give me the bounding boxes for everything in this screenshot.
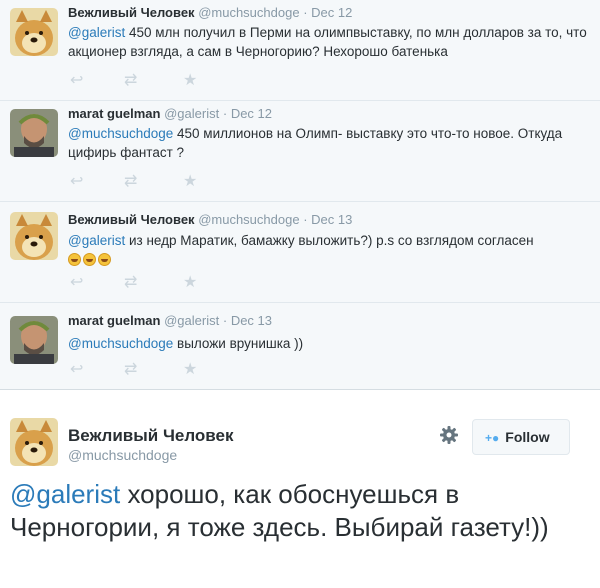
separator: · <box>303 212 308 227</box>
user-name[interactable]: marat guelman <box>68 313 160 328</box>
tweet-text: @galerist из недр Маратик, бамажку вылож… <box>68 231 588 269</box>
retweet-icon[interactable]: ⇄ <box>124 361 137 379</box>
laughing-emoji-icon <box>68 253 81 266</box>
tweet-body: выложи врунишка )) <box>173 336 304 351</box>
conversation-thread: Вежливый Человек @muchsuchdoge · Dec 12 … <box>0 0 600 390</box>
star-icon[interactable]: ★ <box>183 72 197 90</box>
follow-button[interactable]: +● Follow <box>472 419 570 455</box>
add-user-icon: +● <box>485 431 500 445</box>
tweet[interactable]: marat guelman @galerist · Dec 12 @muchsu… <box>0 101 600 202</box>
separator: · <box>222 106 228 121</box>
tweet-header: marat guelman @galerist · Dec 13 <box>68 312 272 330</box>
tweet-date[interactable]: Dec 12 <box>311 5 352 20</box>
tweet-actions: ↩ ⇄ ★ <box>70 274 220 292</box>
mention-link[interactable]: @muchsuchdoge <box>68 336 173 351</box>
retweet-icon[interactable]: ⇄ <box>124 72 137 90</box>
separator: · <box>222 313 228 328</box>
tweet[interactable]: Вежливый Человек @muchsuchdoge · Dec 12 … <box>0 0 600 101</box>
tweet-header: Вежливый Человек @muchsuchdoge · Dec 12 <box>68 4 352 22</box>
tweet[interactable]: marat guelman @galerist · Dec 13 @muchsu… <box>0 303 600 390</box>
tweet-text: @galerist 450 млн получил в Перми на оли… <box>68 23 588 61</box>
reply-icon[interactable]: ↩ <box>70 274 83 292</box>
user-name[interactable]: Вежливый Человек <box>68 212 195 227</box>
doge-avatar[interactable] <box>10 8 58 56</box>
retweet-icon[interactable]: ⇄ <box>124 173 137 191</box>
tweet-header: Вежливый Человек @muchsuchdoge · Dec 13 <box>68 211 352 229</box>
man-avatar[interactable] <box>10 316 58 364</box>
user-handle[interactable]: @muchsuchdoge <box>198 5 299 20</box>
tweet-body: 450 млн получил в Перми на олимпвыставку… <box>68 25 587 59</box>
tweet-actions: ↩ ⇄ ★ <box>70 173 220 191</box>
tweet-text: @muchsuchdoge выложи врунишка )) <box>68 334 588 353</box>
main-tweet: Вежливый Человек @muchsuchdoge +● Follow … <box>0 390 600 588</box>
mention-link[interactable]: @muchsuchdoge <box>68 126 173 141</box>
laughing-emoji-icon <box>98 253 111 266</box>
user-name[interactable]: Вежливый Человек <box>68 5 195 20</box>
doge-avatar[interactable] <box>10 212 58 260</box>
reply-icon[interactable]: ↩ <box>70 72 83 90</box>
tweet-actions: ↩ ⇄ ★ <box>70 361 220 379</box>
user-name[interactable]: Вежливый Человек <box>68 426 234 446</box>
star-icon[interactable]: ★ <box>183 361 197 379</box>
user-handle[interactable]: @muchsuchdoge <box>198 212 299 227</box>
mention-link[interactable]: @galerist <box>68 233 125 248</box>
mention-link[interactable]: @galerist <box>68 25 125 40</box>
man-avatar[interactable] <box>10 109 58 157</box>
laughing-emoji-icon <box>83 253 96 266</box>
tweet[interactable]: Вежливый Человек @muchsuchdoge · Dec 13 … <box>0 202 600 303</box>
main-tweet-text: @galerist хорошо, как обоснуешься в Черн… <box>10 478 595 544</box>
tweet-date[interactable]: Dec 13 <box>231 313 272 328</box>
tweet-date[interactable]: Dec 13 <box>311 212 352 227</box>
gear-icon[interactable] <box>440 426 458 444</box>
user-name[interactable]: marat guelman <box>68 106 160 121</box>
reply-icon[interactable]: ↩ <box>70 361 83 379</box>
tweet-body: из недр Маратик, бамажку выложить?) p.s … <box>125 233 534 248</box>
follow-label: Follow <box>505 429 550 445</box>
user-handle[interactable]: @muchsuchdoge <box>68 447 177 463</box>
separator: · <box>303 5 308 20</box>
tweet-text: @muchsuchdoge 450 миллионов на Олимп- вы… <box>68 124 588 162</box>
tweet-date[interactable]: Dec 12 <box>231 106 272 121</box>
user-handle[interactable]: @galerist <box>164 313 219 328</box>
doge-avatar[interactable] <box>10 418 58 466</box>
tweet-header: marat guelman @galerist · Dec 12 <box>68 105 272 123</box>
star-icon[interactable]: ★ <box>183 173 197 191</box>
star-icon[interactable]: ★ <box>183 274 197 292</box>
mention-link[interactable]: @galerist <box>10 479 120 509</box>
retweet-icon[interactable]: ⇄ <box>124 274 137 292</box>
user-handle[interactable]: @galerist <box>164 106 219 121</box>
reply-icon[interactable]: ↩ <box>70 173 83 191</box>
tweet-actions: ↩ ⇄ ★ <box>70 72 220 90</box>
